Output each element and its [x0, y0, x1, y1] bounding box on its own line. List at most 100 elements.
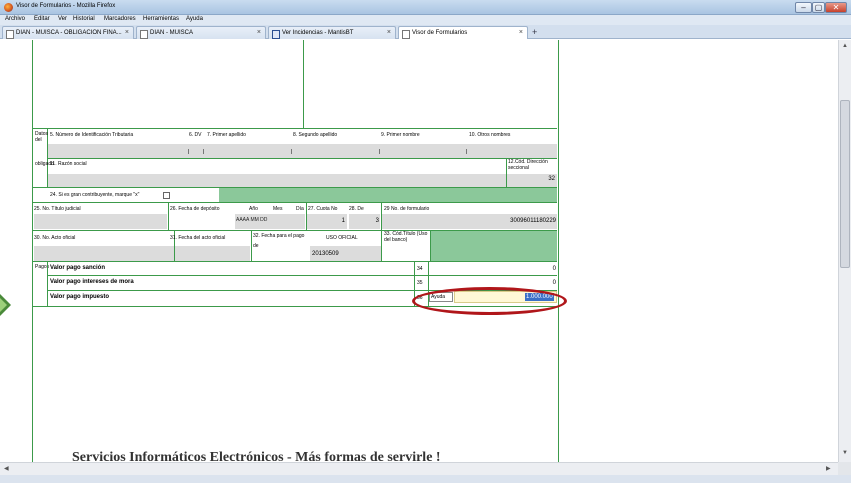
- no-formulario-value: 30096011180229: [510, 218, 556, 224]
- field-separator: [379, 149, 380, 154]
- divider: [48, 275, 557, 276]
- maximize-button[interactable]: ▢: [812, 2, 825, 13]
- label-primer-nombre: 9. Primer nombre: [381, 132, 420, 138]
- mantis-icon: [272, 30, 280, 39]
- close-window-button[interactable]: ✕: [825, 2, 847, 13]
- menu-historial[interactable]: Historial: [73, 16, 95, 22]
- side-arrow-icon[interactable]: [0, 294, 12, 316]
- de-value: 3: [375, 218, 379, 224]
- field-separator: [188, 149, 189, 154]
- tab-close-icon[interactable]: ×: [125, 29, 129, 36]
- label-mes: Mes: [273, 206, 283, 212]
- tab-label: DIAN - MUISCA: [150, 30, 194, 36]
- label-fecha-acto: 31. Fecha del acto oficial: [170, 235, 226, 241]
- label-valor-intereses: Valor pago intereses de mora: [50, 279, 134, 285]
- label-primer-apellido: 7. Primer apellido: [207, 132, 246, 138]
- tab-label: Visor de Formularios: [412, 30, 468, 36]
- field-separator: [291, 149, 292, 154]
- tab-muisca[interactable]: DIAN - MUISCA ×: [136, 26, 266, 39]
- razon-social-input[interactable]: [48, 174, 506, 187]
- label-razon-social: 11. Razón social: [50, 161, 87, 167]
- label-titulo-judicial: 25. No. Título judicial: [34, 206, 81, 212]
- label-de: 28. De: [349, 206, 364, 212]
- menu-herramientas[interactable]: Herramientas: [143, 16, 179, 22]
- green-fill: [431, 231, 557, 261]
- page-content: Datos del obligado 5. Número de Identifi…: [0, 40, 838, 462]
- divider: [168, 202, 169, 230]
- label-segundo-apellido: 8. Segundo apellido: [293, 132, 338, 138]
- menu-ayuda[interactable]: Ayuda: [186, 16, 203, 22]
- divider: [33, 261, 557, 262]
- minimize-button[interactable]: –: [795, 2, 812, 13]
- menu-marcadores[interactable]: Marcadores: [104, 16, 136, 22]
- valor-sancion-value: 0: [552, 266, 556, 272]
- label-otros-nombres: 10. Otros nombres: [469, 132, 511, 138]
- page-icon: [402, 30, 410, 39]
- label-cod-titulo: 33. Cód.Título (Uso del banco): [384, 231, 428, 243]
- menu-ver[interactable]: Ver: [58, 16, 67, 22]
- fecha-format: AAAA MM DD: [236, 217, 268, 223]
- scroll-right-icon[interactable]: ▶: [826, 465, 831, 472]
- section-pagos-label: Pagos: [35, 264, 50, 270]
- divider: [47, 261, 48, 306]
- fecha-acto-input[interactable]: [175, 246, 250, 261]
- menu-editar[interactable]: Editar: [34, 16, 50, 22]
- highlight-oval: [412, 287, 567, 315]
- tab-mantis[interactable]: Ver Incidencias - MantisBT ×: [268, 26, 396, 39]
- section-datos-label: Datos del: [35, 131, 49, 143]
- form-container: Datos del obligado 5. Número de Identifi…: [32, 40, 559, 462]
- title-bar: Visor de Formularios - Mozilla Firefox –…: [0, 0, 851, 15]
- fecha-pago-value: 20130509: [312, 251, 339, 257]
- tab-close-icon[interactable]: ×: [519, 29, 523, 36]
- label-cod-direccion: 12.Cód. Dirección seccional: [508, 159, 548, 171]
- label-ano: Año: [249, 206, 258, 212]
- field-separator: [203, 149, 204, 154]
- divider: [381, 230, 382, 261]
- acto-oficial-input[interactable]: [34, 246, 174, 261]
- scroll-thumb[interactable]: [840, 100, 850, 268]
- label-cuota-no: 27. Cuota No: [308, 206, 338, 212]
- divider: [303, 40, 304, 128]
- label-acto-oficial: 30. No. Acto oficial: [34, 235, 76, 241]
- tab-visor-formularios[interactable]: Visor de Formularios ×: [398, 26, 528, 39]
- label-no-formulario: 29 No. de formulario: [384, 206, 430, 212]
- label-dv: 6. DV: [189, 132, 202, 138]
- section-obligado-label: obligado: [35, 161, 54, 167]
- field-separator: [466, 149, 467, 154]
- tab-close-icon[interactable]: ×: [387, 29, 391, 36]
- divider: [33, 128, 557, 129]
- tab-bar: DIAN - MUISCA - OBLIGACION FINA... × DIA…: [0, 25, 851, 39]
- menu-archivo[interactable]: Archivo: [5, 16, 25, 22]
- window-title: Visor de Formularios - Mozilla Firefox: [16, 3, 116, 9]
- tab-label: Ver Incidencias - MantisBT: [282, 30, 354, 36]
- identification-fields-row[interactable]: [48, 144, 557, 158]
- status-bar: [0, 475, 851, 483]
- titulo-judicial-input[interactable]: [34, 214, 167, 229]
- row-34-number: 34: [417, 266, 423, 272]
- scroll-left-icon[interactable]: ◀: [4, 465, 9, 472]
- label-fecha-pago: 32. Fecha para el pago de: [253, 233, 305, 249]
- gran-contribuyente-checkbox[interactable]: [163, 192, 170, 199]
- divider: [48, 158, 557, 159]
- vertical-scrollbar[interactable]: ▲ ▼: [838, 40, 851, 462]
- scroll-up-icon[interactable]: ▲: [842, 43, 848, 49]
- label-uso-oficial: USO OFICIAL: [326, 235, 358, 241]
- tab-close-icon[interactable]: ×: [257, 29, 261, 36]
- tab-obligacion[interactable]: DIAN - MUISCA - OBLIGACION FINA... ×: [2, 26, 134, 39]
- divider: [33, 202, 557, 203]
- label-nit: 5. Número de Identificación Tributaria: [50, 132, 134, 138]
- menu-bar: Archivo Editar Ver Historial Marcadores …: [0, 15, 851, 25]
- divider: [251, 230, 252, 261]
- label-gran-contribuyente: 24. Si es gran contribuyente, marque "x": [50, 192, 140, 198]
- new-tab-button[interactable]: +: [532, 27, 537, 37]
- cuota-value: 1: [341, 218, 345, 224]
- scroll-corner: [838, 462, 851, 475]
- page-icon: [6, 30, 14, 39]
- horizontal-scrollbar[interactable]: ◀ ▶: [0, 462, 838, 475]
- scroll-down-icon[interactable]: ▼: [842, 450, 848, 456]
- row-35-number: 35: [417, 280, 423, 286]
- green-fill: [219, 188, 557, 202]
- label-valor-impuesto: Valor pago impuesto: [50, 294, 110, 300]
- page-icon: [140, 30, 148, 39]
- tab-label: DIAN - MUISCA - OBLIGACION FINA...: [16, 30, 122, 36]
